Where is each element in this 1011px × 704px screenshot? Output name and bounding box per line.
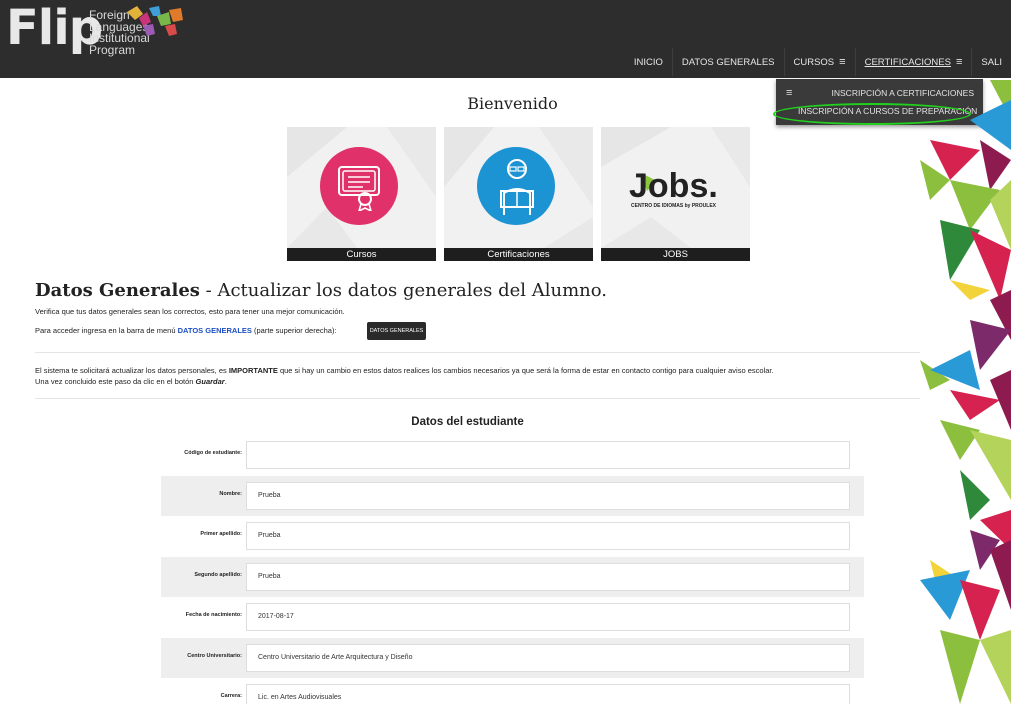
text: que si hay un cambio en estos datos real… [277, 366, 774, 375]
text: El sistema te solicitará actualizar los … [35, 366, 229, 375]
jobs-logo-text: Jobs. [629, 167, 718, 205]
menu-icon: ≡ [955, 56, 963, 68]
form-row: Nombre: Prueba [161, 476, 864, 516]
field-label: Centro Universitario: [187, 653, 242, 659]
segundo-apellido-field[interactable]: Prueba [246, 563, 850, 591]
form-title: Datos del estudiante [411, 416, 524, 428]
tile-cursos[interactable]: Cursos [287, 127, 436, 261]
divider [35, 352, 920, 353]
nav-label: INICIO [633, 56, 663, 68]
nav-label: CURSOS [793, 56, 835, 68]
datos-generales-link[interactable]: DATOS GENERALES [178, 326, 252, 335]
page-title-text: Bienvenido [467, 94, 558, 113]
nav-salir[interactable]: SALI [971, 48, 1011, 76]
form-row: Centro Universitario: Centro Universitar… [161, 638, 864, 678]
info-line-2: Para acceder ingresa en la barra de menú… [35, 326, 337, 335]
form-row: Primer apellido: Prueba [161, 516, 864, 556]
nav-label: CERTIFICACIONES [864, 56, 951, 68]
nav-datos-generales[interactable]: DATOS GENERALES [671, 48, 784, 76]
jobs-logo-subtext: CENTRO DE IDIOMAS by PROULEX [631, 203, 717, 209]
certificate-icon [338, 166, 380, 211]
centro-universitario-field[interactable]: Centro Universitario de Arte Arquitectur… [246, 644, 850, 672]
nav-cursos[interactable]: CURSOS ≡ [783, 48, 855, 76]
text: . [224, 377, 227, 386]
main-nav: INICIO DATOS GENERALES CURSOS ≡ CERTIFICA… [625, 48, 1011, 76]
field-label: Código de estudiante: [184, 450, 242, 456]
field-label: Fecha de nacimiento: [185, 612, 242, 618]
nav-label: DATOS GENERALES [681, 56, 775, 68]
section-title: Datos Generales - Actualizar los datos g… [35, 280, 607, 301]
carrera-field[interactable]: Lic. en Artes Audiovisuales [246, 684, 850, 704]
important-text: IMPORTANTE [228, 366, 278, 375]
section-title-rest: - Actualizar los datos generales del Alu… [199, 280, 608, 301]
tile-caption: Cursos [287, 248, 436, 261]
page-title: Bienvenido [0, 94, 1011, 113]
logo-text[interactable]: Flip [6, 2, 103, 54]
field-label: Primer apellido: [200, 531, 242, 537]
student-reading-icon [500, 159, 534, 215]
text: (parte superior derecha): [251, 326, 337, 335]
info-paragraph-1: El sistema te solicitará actualizar los … [35, 366, 774, 375]
form-row: Segundo apellido: Prueba [161, 557, 864, 597]
datos-generales-button[interactable]: DATOS GENERALES [367, 322, 426, 340]
menu-icon: ≡ [839, 56, 846, 68]
text: Para acceder ingresa en la barra de menú [35, 326, 178, 335]
nav-label: SALI [981, 56, 1002, 68]
field-label: Carrera: [220, 693, 242, 699]
guardar-text: Guardar [195, 377, 225, 386]
info-paragraph-2: Una vez concluido este paso da clic en e… [35, 377, 227, 386]
nav-inicio[interactable]: INICIO [625, 48, 672, 76]
info-line-1: Verifica que tus datos generales sean lo… [35, 307, 345, 316]
world-map-logo-icon [127, 6, 183, 36]
form-row: Fecha de nacimiento: 2017-08-17 [161, 597, 864, 637]
codigo-estudiante-field[interactable] [246, 441, 850, 469]
nav-certificaciones[interactable]: CERTIFICACIONES ≡ [854, 48, 972, 76]
form-row: Código de estudiante: [161, 435, 864, 475]
field-label: Nombre: [219, 491, 242, 497]
jobs-logo-icon: Jobs. CENTRO DE IDIOMAS by PROULEX [629, 167, 718, 209]
primer-apellido-field[interactable]: Prueba [246, 522, 850, 550]
fecha-nacimiento-field[interactable]: 2017-08-17 [246, 603, 850, 631]
tile-caption: JOBS [601, 248, 750, 261]
logo-line: Program [89, 42, 136, 57]
tile-jobs[interactable]: Jobs. CENTRO DE IDIOMAS by PROULEX JOBS [601, 127, 750, 261]
nombre-field[interactable]: Prueba [246, 482, 850, 510]
decorative-geometric-art [920, 80, 1011, 704]
tile-caption: Certificaciones [444, 248, 593, 261]
section-title-bold: Datos Generales [35, 280, 200, 301]
field-label: Segundo apellido: [194, 572, 242, 578]
text: Una vez concluido este paso da clic en e… [35, 377, 196, 386]
top-navbar: Flip Foreign Languages Institutional Pro… [0, 0, 1011, 78]
divider [35, 398, 920, 399]
form-row: Carrera: Lic. en Artes Audiovisuales [161, 678, 864, 704]
tile-certificaciones[interactable]: Certificaciones [444, 127, 593, 261]
